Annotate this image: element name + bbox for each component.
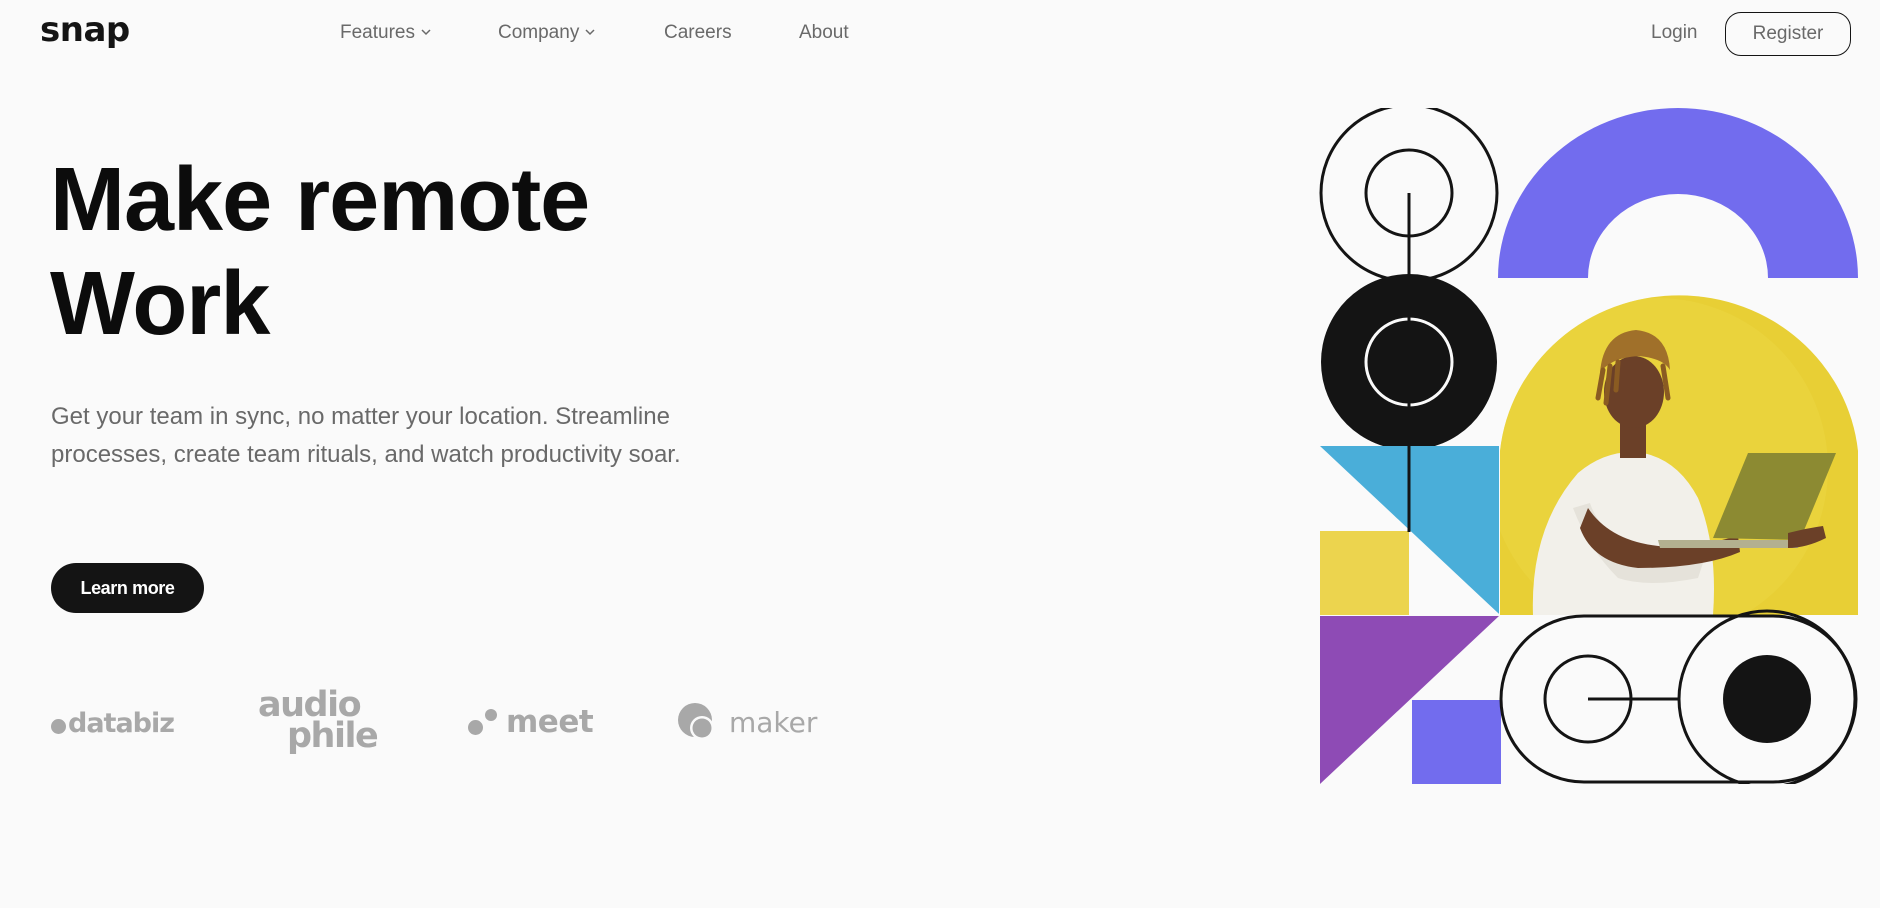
- meet-text: meet: [506, 704, 594, 740]
- register-button[interactable]: Register: [1725, 12, 1851, 56]
- hero-title-line2: Work: [50, 254, 270, 354]
- nav-about[interactable]: About: [799, 22, 849, 44]
- meet-dots-icon: [468, 706, 502, 738]
- nav-features-label: Features: [340, 22, 415, 43]
- hero-illustration: [1318, 108, 1858, 784]
- audiophile-logo: audio phile: [258, 688, 379, 756]
- purple-arch: [1498, 108, 1858, 278]
- databiz-dot-icon: [51, 718, 66, 734]
- nav-company-label: Company: [498, 22, 580, 43]
- hero-title: Make remote Work: [50, 148, 750, 356]
- geometric-artwork: [1319, 108, 1858, 784]
- databiz-logo: databiz: [51, 708, 175, 739]
- snap-logo[interactable]: snap: [40, 10, 130, 50]
- nav-company[interactable]: Company: [498, 22, 595, 44]
- audiophile-line2: phile: [287, 716, 379, 756]
- login-link[interactable]: Login: [1651, 22, 1698, 44]
- learn-more-button[interactable]: Learn more: [51, 563, 204, 613]
- nav-features[interactable]: Features: [340, 22, 431, 44]
- meet-logo: meet: [468, 704, 594, 740]
- person-photo: [1500, 295, 1858, 615]
- yellow-square: [1320, 531, 1409, 615]
- maker-text: maker: [729, 705, 818, 739]
- chevron-down-icon: [585, 28, 595, 38]
- databiz-text: databiz: [68, 708, 175, 739]
- hero-title-line1: Make remote: [50, 150, 590, 250]
- purple-square: [1412, 700, 1501, 784]
- maker-logo: maker: [677, 702, 817, 742]
- chevron-down-icon: [421, 28, 431, 38]
- maker-circles-icon: [678, 703, 714, 740]
- nav-careers[interactable]: Careers: [664, 22, 732, 44]
- hero-description: Get your team in sync, no matter your lo…: [51, 403, 681, 468]
- pill-filled-circle: [1723, 655, 1811, 743]
